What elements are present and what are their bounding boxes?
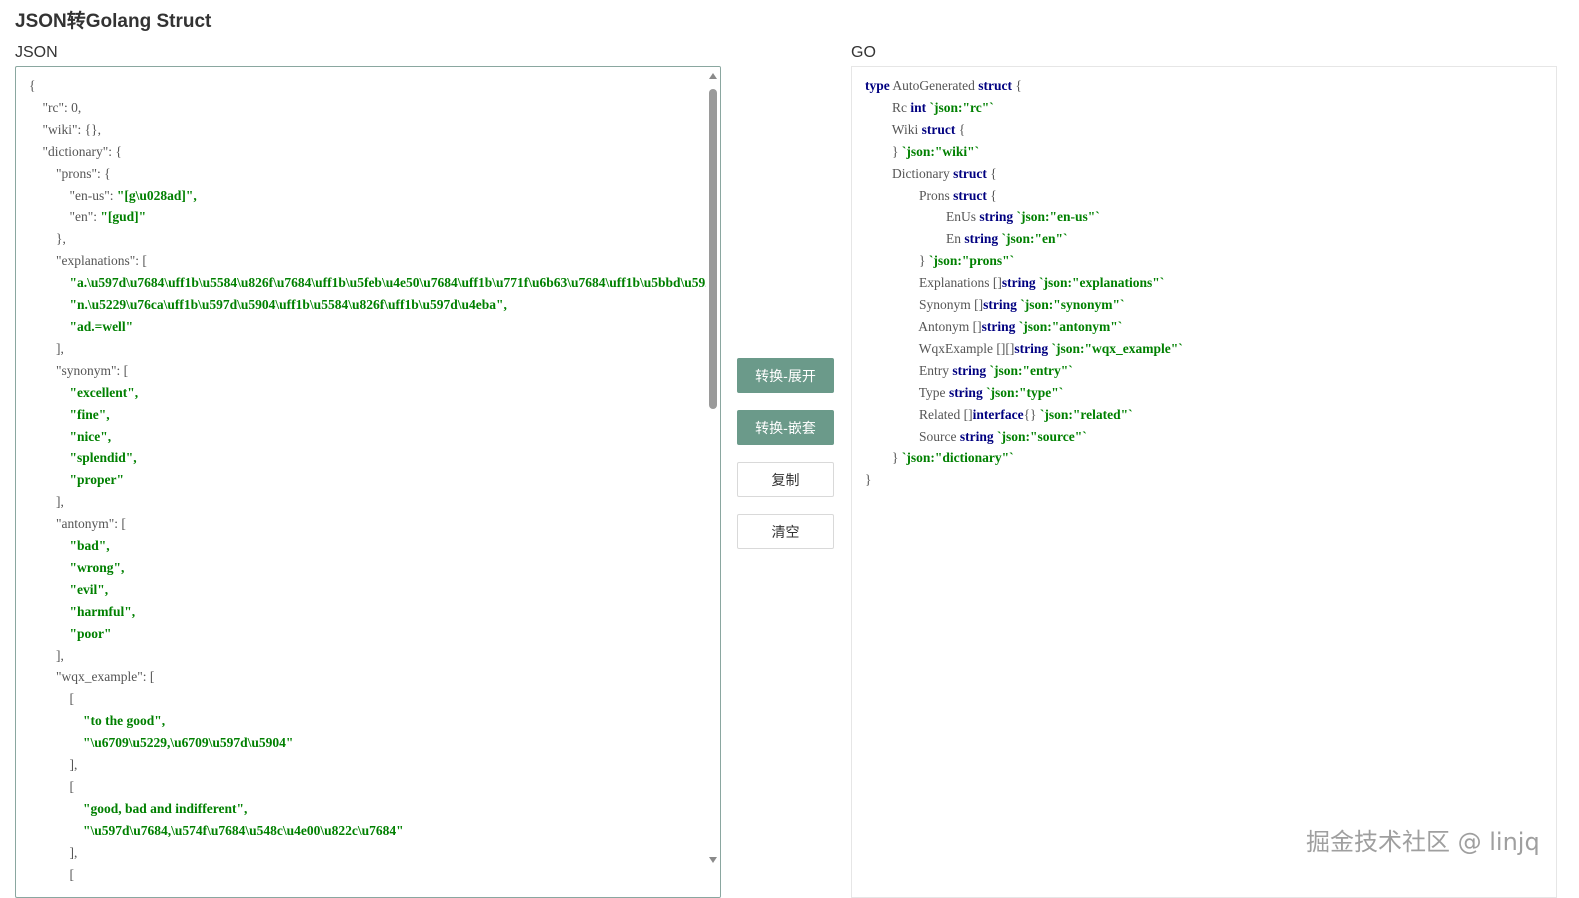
json-code-line: ], bbox=[29, 647, 64, 663]
go-code-line: Entry string `json:"entry"` bbox=[865, 362, 1073, 378]
go-output-panel[interactable]: type AutoGenerated struct { Rc int `json… bbox=[851, 66, 1557, 898]
clear-button[interactable]: 清空 bbox=[737, 514, 834, 549]
go-code-line: Rc int `json:"rc"` bbox=[865, 99, 994, 115]
watermark: 掘金技术社区 @ linjq bbox=[1306, 828, 1540, 856]
go-code-line: Synonym []string `json:"synonym"` bbox=[865, 297, 1125, 313]
go-code-content: type AutoGenerated struct { Rc int `json… bbox=[865, 75, 1183, 491]
json-code-line: "dictionary": { bbox=[29, 143, 122, 159]
go-code-line: Antonym []string `json:"antonym"` bbox=[865, 318, 1123, 334]
json-code-line: "wrong", bbox=[69, 559, 125, 575]
go-code-line: } bbox=[865, 472, 872, 488]
json-code-line: "explanations": [ bbox=[29, 253, 147, 269]
json-code-line: "wqx_example": [ bbox=[29, 669, 155, 685]
go-code-line: En string `json:"en"` bbox=[865, 231, 1068, 247]
json-input-editor[interactable]: { "rc": 0, "wiki": {}, "dictionary": { "… bbox=[15, 66, 721, 898]
go-code-line: Dictionary struct { bbox=[865, 165, 997, 181]
copy-button[interactable]: 复制 bbox=[737, 462, 834, 497]
json-code-line: [ bbox=[29, 779, 75, 794]
json-code-line: "synonym": [ bbox=[29, 362, 129, 378]
json-code-line: "harmful", bbox=[69, 603, 136, 619]
json-code-line: "good, bad and indifferent", bbox=[83, 800, 248, 816]
json-code-line: "n.\u5229\u76ca\uff1b\u597d\u5904\uff1b\… bbox=[69, 297, 507, 313]
go-code-line: } `json:"dictionary"` bbox=[865, 450, 1014, 466]
json-code-line: [ bbox=[29, 866, 75, 882]
json-code-line: "splendid", bbox=[69, 450, 137, 466]
json-code-line: [ bbox=[29, 691, 75, 707]
go-code-line: Wiki struct { bbox=[865, 121, 966, 137]
json-code-line: "ad.=well" bbox=[69, 318, 134, 334]
json-code-line: ], bbox=[29, 340, 64, 356]
json-code-content[interactable]: { "rc": 0, "wiki": {}, "dictionary": { "… bbox=[29, 75, 721, 886]
go-code-line: Type string `json:"type"` bbox=[865, 384, 1064, 400]
json-code-line: "evil", bbox=[69, 581, 109, 597]
json-code-line: ], bbox=[29, 844, 78, 860]
json-code-line: "\u597d\u7684,\u574f\u7684\u548c\u4e00\u… bbox=[83, 822, 404, 838]
go-code-line: Related []interface{} `json:"related"` bbox=[865, 406, 1133, 422]
json-code-line: "bad", bbox=[69, 538, 110, 554]
json-code-line: "a.\u597d\u7684\uff1b\u5584\u826f\u7684\… bbox=[69, 275, 721, 291]
json-code-line: "rc": 0, bbox=[29, 99, 82, 115]
json-code-line: "poor" bbox=[69, 625, 112, 641]
json-code-line: "nice", bbox=[69, 428, 112, 444]
json-panel-label: JSON bbox=[15, 44, 58, 61]
go-code-line: Prons struct { bbox=[865, 187, 997, 203]
json-code-line: "antonym": [ bbox=[29, 516, 126, 532]
json-code-line: "prons": { bbox=[29, 165, 111, 181]
convert-nested-button[interactable]: 转换-嵌套 bbox=[737, 410, 834, 445]
json-code-line: "en-us": "[g\u028ad]", bbox=[29, 187, 197, 203]
scrollbar-thumb[interactable] bbox=[709, 89, 717, 409]
json-code-line: ], bbox=[29, 757, 78, 773]
json-code-line: ], bbox=[29, 494, 64, 510]
scroll-down-arrow-icon[interactable] bbox=[709, 857, 717, 863]
json-code-line: "en": "[gud]" bbox=[29, 209, 147, 225]
json-code-line: "proper" bbox=[69, 472, 125, 488]
go-code-line: } `json:"prons"` bbox=[865, 253, 1015, 269]
go-code-line: } `json:"wiki"` bbox=[865, 143, 980, 159]
go-code-line: Source string `json:"source"` bbox=[865, 428, 1087, 444]
json-code-line: "\u6709\u5229,\u6709\u597d\u5904" bbox=[83, 735, 294, 751]
json-code-line: "fine", bbox=[69, 406, 110, 422]
go-code-line: Explanations []string `json:"explanation… bbox=[865, 275, 1165, 291]
go-code-line: EnUs string `json:"en-us"` bbox=[865, 209, 1100, 225]
json-code-line: { bbox=[29, 78, 36, 93]
page-title: JSON转Golang Struct bbox=[15, 11, 212, 32]
scroll-up-arrow-icon[interactable] bbox=[709, 73, 717, 79]
convert-expand-button[interactable]: 转换-展开 bbox=[737, 358, 834, 393]
json-code-line: }, bbox=[29, 231, 66, 247]
go-panel-label: GO bbox=[851, 44, 876, 61]
json-code-line: "to the good", bbox=[83, 713, 166, 729]
go-code-line: type AutoGenerated struct { bbox=[865, 78, 1022, 93]
json-vertical-scrollbar[interactable] bbox=[706, 67, 720, 897]
go-code-line: WqxExample [][]string `json:"wqx_example… bbox=[865, 340, 1183, 356]
json-code-line: "wiki": {}, bbox=[29, 121, 102, 137]
json-code-line: "excellent", bbox=[69, 384, 139, 400]
